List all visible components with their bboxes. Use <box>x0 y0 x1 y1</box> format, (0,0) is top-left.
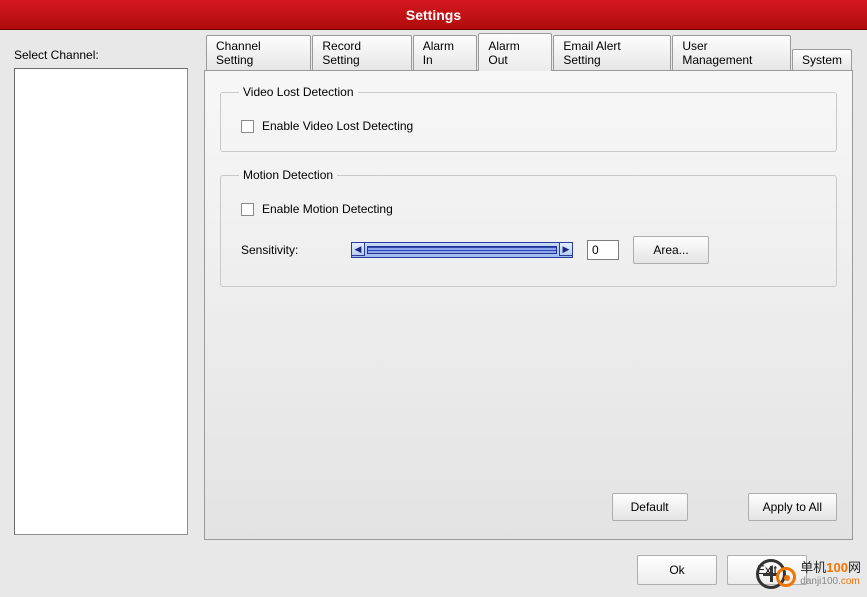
tab-email-alert[interactable]: Email Alert Setting <box>553 35 671 70</box>
area-button[interactable]: Area... <box>633 236 709 264</box>
select-channel-label: Select Channel: <box>14 48 188 62</box>
sensitivity-slider[interactable]: ◀ ▶ <box>351 242 573 258</box>
tab-alarm-out[interactable]: Alarm Out <box>478 33 552 71</box>
panel-bottom-buttons: Default Apply to All <box>220 493 837 521</box>
motion-checkbox[interactable] <box>241 203 254 216</box>
ok-button[interactable]: Ok <box>637 555 717 585</box>
slider-arrow-right-icon[interactable]: ▶ <box>559 242 573 256</box>
video-lost-legend: Video Lost Detection <box>239 85 358 99</box>
video-lost-checkbox[interactable] <box>241 120 254 133</box>
right-column: Channel Setting Record Setting Alarm In … <box>204 48 853 535</box>
sensitivity-value-input[interactable] <box>587 240 619 260</box>
video-lost-enable-label: Enable Video Lost Detecting <box>262 119 413 133</box>
tab-system[interactable]: System <box>792 49 852 70</box>
video-lost-enable-row[interactable]: Enable Video Lost Detecting <box>241 119 822 133</box>
dialog-body: Select Channel: Channel Setting Record S… <box>0 30 867 545</box>
tab-bar: Channel Setting Record Setting Alarm In … <box>206 48 853 70</box>
tab-panel-alarm-out: Video Lost Detection Enable Video Lost D… <box>204 70 853 540</box>
motion-legend: Motion Detection <box>239 168 337 182</box>
motion-enable-label: Enable Motion Detecting <box>262 202 393 216</box>
channel-list[interactable] <box>14 68 188 535</box>
default-button[interactable]: Default <box>612 493 688 521</box>
tab-channel-setting[interactable]: Channel Setting <box>206 35 311 70</box>
slider-track[interactable] <box>367 246 557 254</box>
slider-arrow-left-icon[interactable]: ◀ <box>351 242 365 256</box>
sensitivity-row: Sensitivity: ◀ ▶ Area... <box>241 236 822 264</box>
tab-alarm-in[interactable]: Alarm In <box>413 35 478 70</box>
motion-enable-row[interactable]: Enable Motion Detecting <box>241 202 822 216</box>
title-bar: Settings <box>0 0 867 30</box>
sensitivity-label: Sensitivity: <box>241 243 337 257</box>
dialog-buttons: Ok Exit <box>637 555 807 585</box>
left-column: Select Channel: <box>14 48 188 535</box>
watermark-text: 单机100网 danji100.com <box>800 561 861 586</box>
exit-button[interactable]: Exit <box>727 555 807 585</box>
apply-to-all-button[interactable]: Apply to All <box>748 493 837 521</box>
motion-group: Motion Detection Enable Motion Detecting… <box>220 168 837 287</box>
tab-record-setting[interactable]: Record Setting <box>312 35 411 70</box>
video-lost-group: Video Lost Detection Enable Video Lost D… <box>220 85 837 152</box>
tab-user-management[interactable]: User Management <box>672 35 791 70</box>
title-text: Settings <box>406 7 461 23</box>
